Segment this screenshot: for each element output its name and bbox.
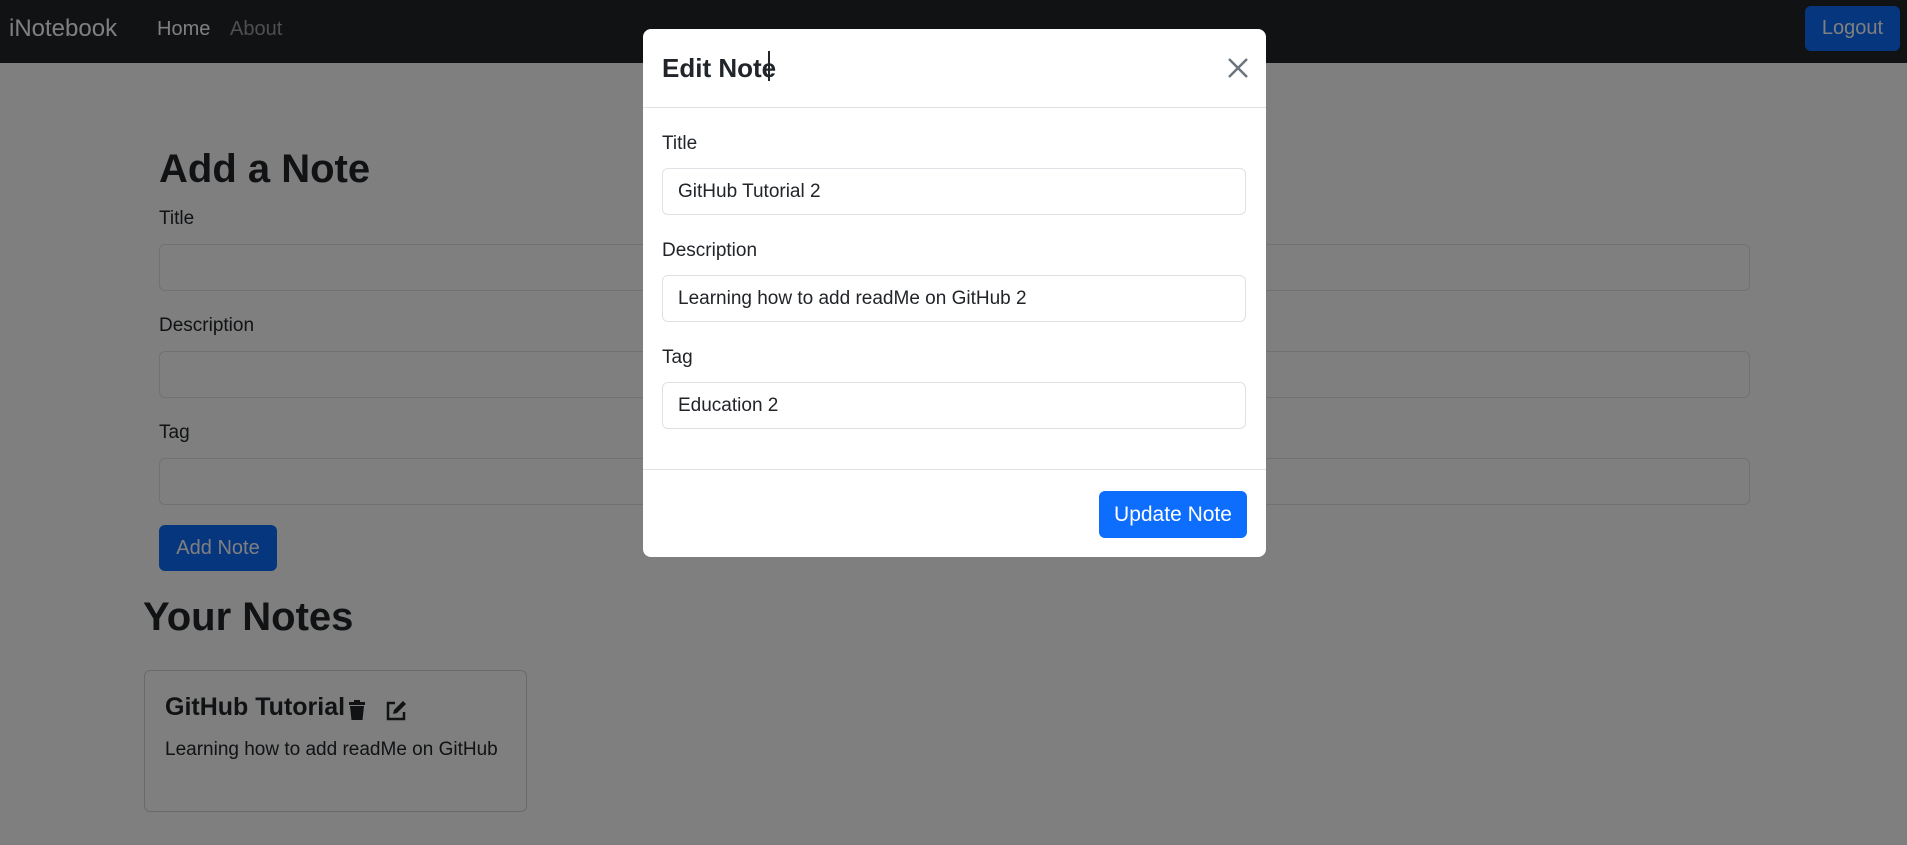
modal-title-input[interactable]: [662, 168, 1246, 215]
modal-title: Edit Note: [662, 53, 777, 83]
modal-header: Edit Note: [643, 29, 1266, 108]
text-caret: [768, 51, 770, 81]
modal-title-label: Title: [662, 133, 698, 154]
modal-tag-input[interactable]: [662, 382, 1246, 429]
edit-note-modal: Edit Note Title Description Tag Update N…: [643, 29, 1266, 557]
modal-description-label: Description: [662, 240, 758, 261]
modal-tag-label: Tag: [662, 347, 693, 368]
close-icon[interactable]: [1223, 53, 1253, 83]
modal-description-input[interactable]: [662, 275, 1246, 322]
modal-footer: Update Note: [643, 469, 1266, 557]
update-note-button[interactable]: Update Note: [1099, 491, 1247, 538]
